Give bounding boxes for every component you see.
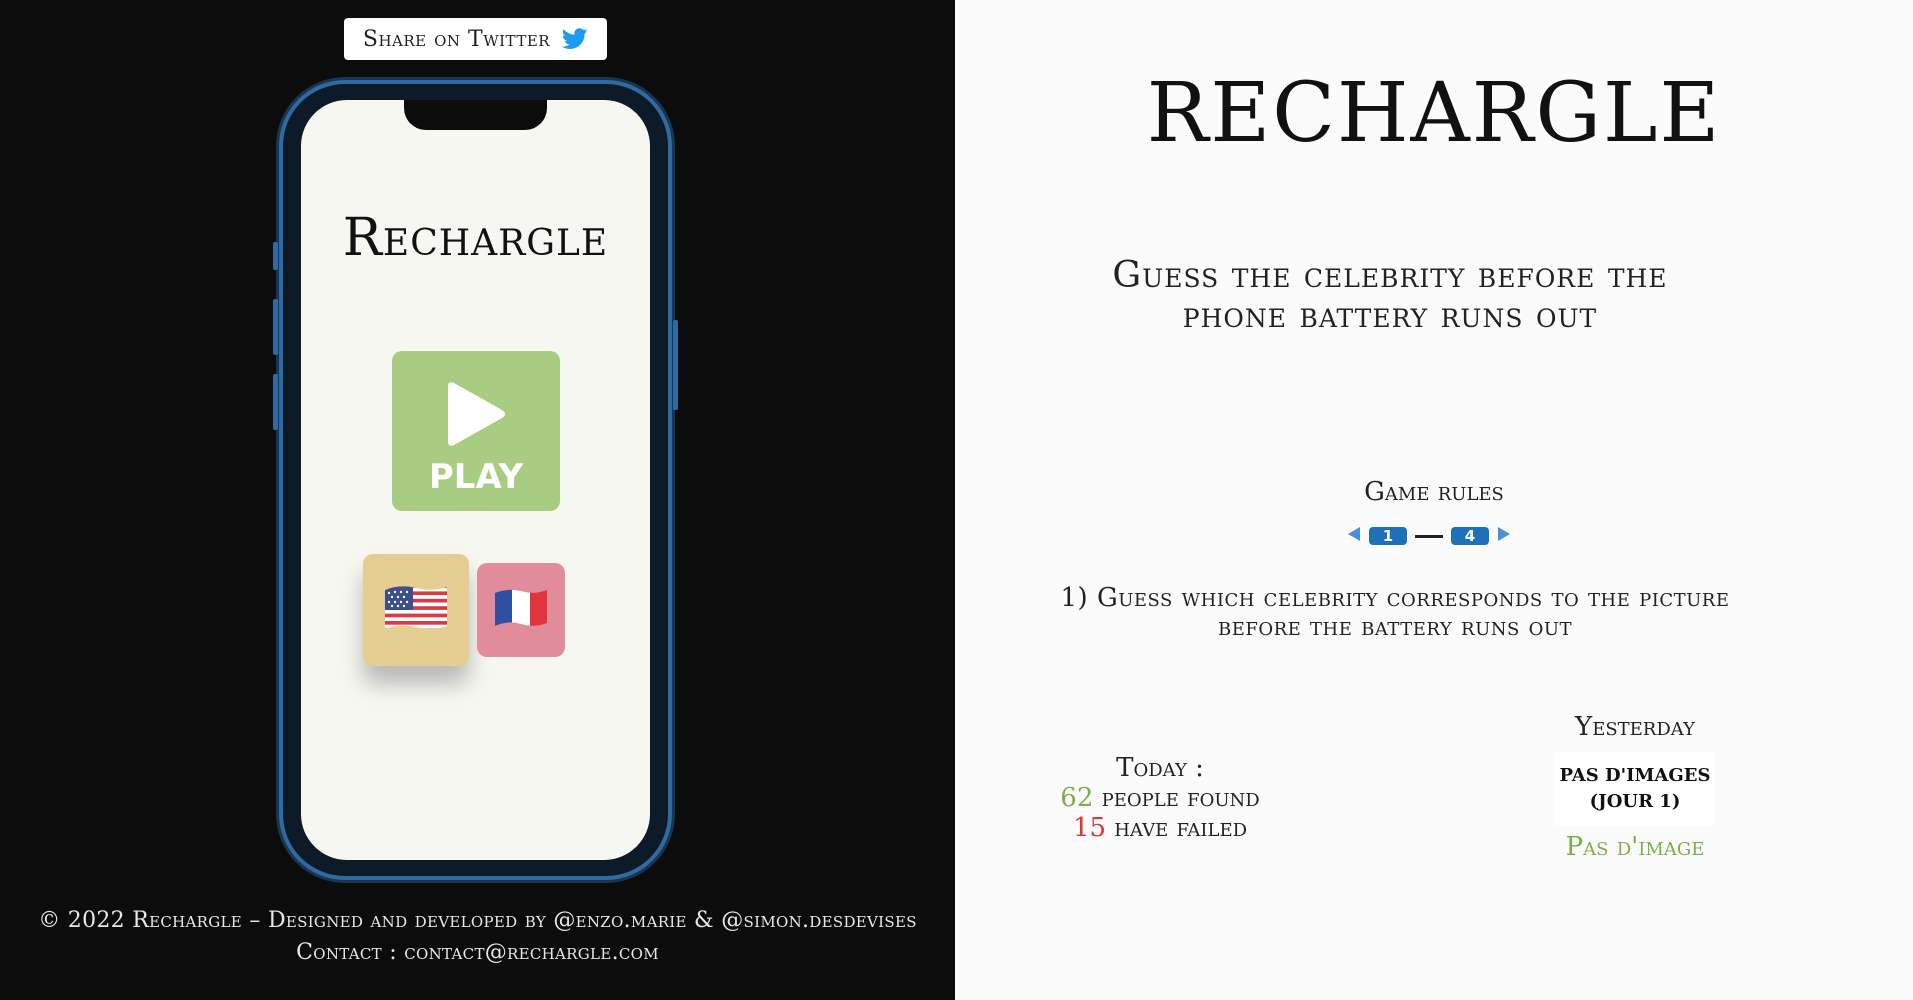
failed-count: 15 xyxy=(1072,813,1107,843)
right-panel: RECHARGLE Guess the celebrity before the… xyxy=(955,0,1913,1000)
play-icon xyxy=(446,379,508,453)
twitter-icon xyxy=(562,28,588,50)
yesterday-caption: Pas d'image xyxy=(1565,832,1705,862)
phone-notch xyxy=(404,100,547,130)
page-title: RECHARGLE xyxy=(1146,66,1722,161)
phone-screen: Rechargle PLAY xyxy=(301,100,650,860)
phone-title: Rechargle xyxy=(342,208,609,268)
rules-next-arrow-icon[interactable] xyxy=(1497,526,1511,546)
us-flag-icon xyxy=(383,584,449,636)
placeholder-line1: PAS D'IMAGES xyxy=(1559,765,1711,786)
rules-pagination: 1 4 xyxy=(945,524,1913,548)
phone-power-button xyxy=(673,320,678,410)
page: Share on Twitter Rechargle PLAY © 2022 R… xyxy=(0,0,1913,1000)
placeholder-line2: (JOUR 1) xyxy=(1589,791,1681,812)
found-count: 62 xyxy=(1060,783,1094,813)
rule-text: 1) Guess which celebrity corresponds to … xyxy=(1060,583,1730,642)
left-panel: Share on Twitter Rechargle PLAY © 2022 R… xyxy=(0,0,955,1000)
phone-volume-up xyxy=(273,299,278,355)
page-subtitle: Guess the celebrity before the phone bat… xyxy=(1112,255,1668,336)
share-twitter-button[interactable]: Share on Twitter xyxy=(344,18,607,60)
phone-mockup: Rechargle PLAY xyxy=(273,84,678,876)
today-failed: 15 have failed xyxy=(1060,813,1260,843)
yesterday-stats: Yesterday PAS D'IMAGES (JOUR 1) Pas d'im… xyxy=(1535,712,1735,862)
play-label: PLAY xyxy=(428,457,524,497)
rules-current-page: 1 xyxy=(1369,527,1407,545)
phone-volume-down xyxy=(273,374,278,430)
fr-flag-icon xyxy=(493,588,549,632)
footer-credits: © 2022 Rechargle – Designed and develope… xyxy=(38,908,917,933)
language-fr-button[interactable] xyxy=(477,563,565,657)
today-stats: Today : 62 people found 15 have failed xyxy=(1060,753,1260,843)
phone-mute-switch xyxy=(273,242,278,270)
language-us-button[interactable] xyxy=(363,554,469,666)
rules-total-pages: 4 xyxy=(1451,527,1489,545)
rules-title: Game rules xyxy=(1364,477,1504,507)
yesterday-label: Yesterday xyxy=(1575,712,1695,742)
footer-contact: Contact : contact@rechargle.com xyxy=(296,940,659,965)
rules-prev-arrow-icon[interactable] xyxy=(1347,526,1361,546)
found-text: people found xyxy=(1101,783,1260,813)
rules-page-separator xyxy=(1415,534,1443,538)
share-label: Share on Twitter xyxy=(362,26,551,52)
today-label: Today : xyxy=(1116,753,1204,783)
today-found: 62 people found xyxy=(1060,783,1260,813)
failed-text: have failed xyxy=(1114,813,1248,843)
yesterday-image-placeholder: PAS D'IMAGES (JOUR 1) xyxy=(1555,752,1715,826)
play-button[interactable]: PLAY xyxy=(392,351,560,511)
